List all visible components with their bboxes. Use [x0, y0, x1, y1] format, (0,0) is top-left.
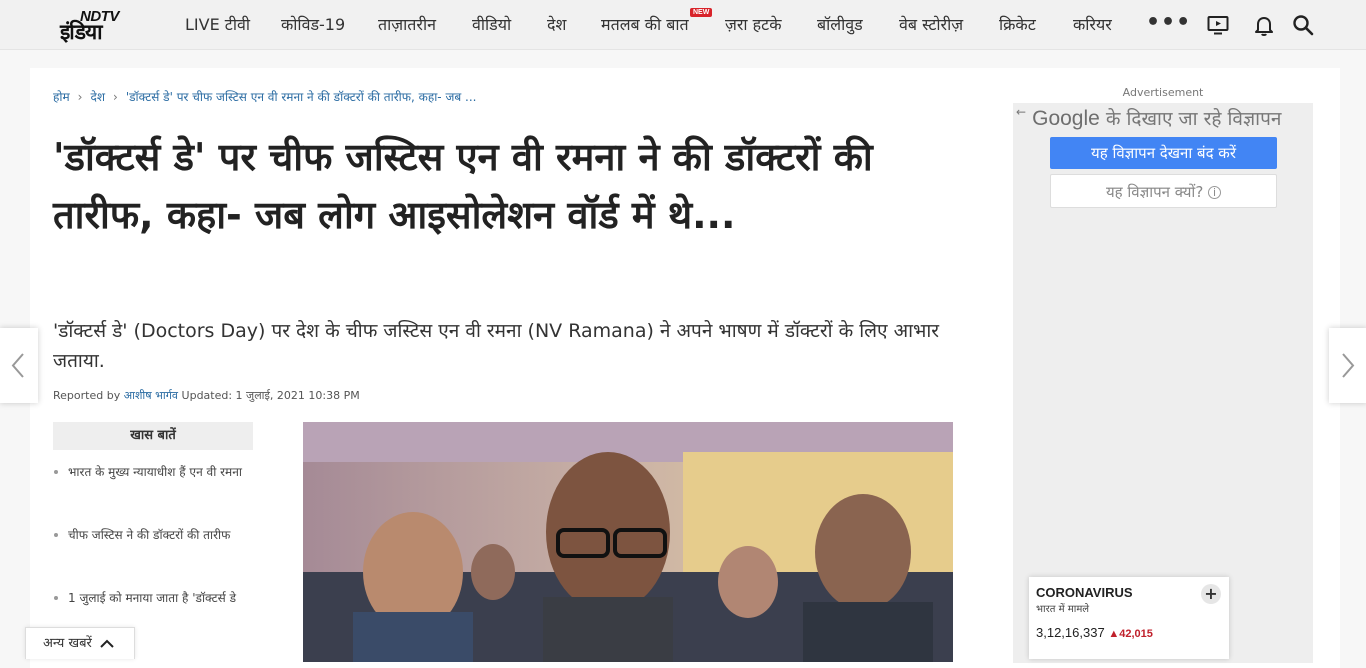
- case-delta: 42,015: [1119, 628, 1153, 640]
- breadcrumb: होम › देश › 'डॉक्टर्स डे' पर चीफ जस्टिस एन व…: [53, 88, 476, 105]
- nav-live-tv[interactable]: LIVE टीवी: [185, 0, 250, 50]
- tv-icon[interactable]: [1206, 13, 1230, 37]
- article-headline: 'डॉक्टर्स डे' पर चीफ जस्टिस एन वी रमना न…: [53, 135, 873, 237]
- nav-career[interactable]: करियर: [1073, 0, 1112, 50]
- ad-title-text: के दिखाए जा रहे विज्ञापन: [1105, 108, 1282, 130]
- author-link[interactable]: आशीष भार्गव: [124, 389, 178, 402]
- highlight-item: भारत के मुख्य न्यायाधीश हैं एन वी रमना: [53, 462, 253, 525]
- other-news-button[interactable]: अन्य खबरें: [25, 627, 135, 659]
- next-article-button[interactable]: [1329, 328, 1366, 403]
- chevron-right-icon: ›: [113, 90, 118, 104]
- highlights-list: भारत के मुख्य न्यायाधीश हैं एन वी रमना च…: [53, 462, 253, 651]
- top-nav-bar: NDTV इंडिया LIVE टीवी कोविड-19 ताज़ातरीन…: [0, 0, 1366, 50]
- nav-desh[interactable]: देश: [547, 0, 566, 50]
- ndtv-india-logo[interactable]: NDTV इंडिया: [58, 6, 138, 44]
- info-icon: i: [1208, 186, 1222, 199]
- chevron-up-icon: [100, 639, 114, 648]
- updated-time: Updated: 1 जुलाई, 2021 10:38 PM: [181, 389, 360, 402]
- coronavirus-subtitle: भारत में मामले: [1036, 604, 1090, 615]
- coronavirus-title: CORONAVIRUS: [1036, 585, 1133, 600]
- nav-cricket[interactable]: क्रिकेट: [999, 0, 1036, 50]
- nav-bollywood[interactable]: बॉलीवुड: [817, 0, 863, 50]
- case-count: 3,12,16,337: [1036, 625, 1105, 640]
- breadcrumb-current[interactable]: 'डॉक्टर्स डे' पर चीफ जस्टिस एन वी रमना न…: [126, 90, 477, 104]
- chevron-right-icon: [1342, 353, 1355, 378]
- more-menu-button[interactable]: •••: [1146, 0, 1191, 50]
- search-icon[interactable]: [1291, 13, 1315, 37]
- nav-covid[interactable]: कोविड-19: [281, 0, 345, 50]
- nav-latest[interactable]: ताज़ातरीन: [378, 0, 436, 50]
- expand-plus-button[interactable]: +: [1201, 584, 1221, 604]
- bell-icon[interactable]: [1252, 13, 1276, 37]
- highlight-item: चीफ जस्टिस ने की डॉक्टरों की तारीफ: [53, 525, 253, 588]
- reported-by-label: Reported by: [53, 389, 121, 402]
- ad-title: ← Google के दिखाए जा रहे विज्ञापन: [1016, 105, 1281, 131]
- highlights-title: खास बातें: [53, 422, 253, 450]
- coronavirus-stats: 3,12,16,337 ▲42,015: [1036, 625, 1153, 640]
- nav-web-stories[interactable]: वेब स्टोरीज़: [899, 0, 963, 50]
- back-arrow-icon[interactable]: ←: [1016, 105, 1026, 119]
- article-photo: [303, 422, 953, 662]
- nav-matlab-ki-baat[interactable]: मतलब की बात: [601, 0, 689, 50]
- breadcrumb-home[interactable]: होम: [53, 90, 70, 104]
- coronavirus-widget[interactable]: CORONAVIRUS भारत में मामले + 3,12,16,337…: [1029, 577, 1229, 659]
- breadcrumb-section[interactable]: देश: [90, 90, 105, 104]
- article-photo-image: [303, 422, 953, 662]
- byline: Reported by आशीष भार्गव Updated: 1 जुलाई…: [53, 388, 360, 403]
- why-this-ad-label: यह विज्ञापन क्यों?: [1105, 183, 1204, 201]
- other-news-label: अन्य खबरें: [43, 636, 92, 651]
- up-arrow-icon: ▲: [1108, 628, 1120, 640]
- google-logo: Google: [1032, 107, 1100, 130]
- why-this-ad-button[interactable]: यह विज्ञापन क्यों? i: [1050, 174, 1277, 208]
- nav-zara-hatke[interactable]: ज़रा हटके: [725, 0, 782, 50]
- new-badge: NEW: [690, 8, 713, 17]
- stop-seeing-ad-button[interactable]: यह विज्ञापन देखना बंद करें: [1050, 137, 1277, 169]
- article-summary: 'डॉक्टर्स डे' (Doctors Day) पर देश के ची…: [53, 320, 940, 372]
- chevron-left-icon: [11, 353, 24, 378]
- logo-text-hi: इंडिया: [60, 20, 103, 44]
- prev-article-button[interactable]: [0, 328, 38, 403]
- nav-video[interactable]: वीडियो: [472, 0, 511, 50]
- chevron-right-icon: ›: [77, 90, 83, 104]
- advertisement-label: Advertisement: [1122, 86, 1204, 99]
